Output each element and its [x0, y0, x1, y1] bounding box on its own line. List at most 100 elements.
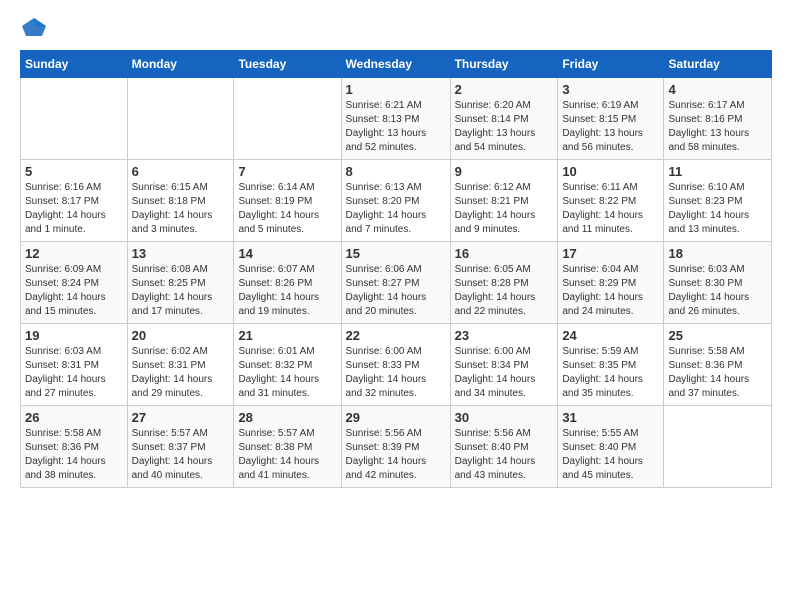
day-info: Sunrise: 6:15 AMSunset: 8:18 PMDaylight:…	[132, 181, 230, 237]
header-row: SundayMondayTuesdayWednesdayThursdayFrid…	[21, 51, 772, 78]
calendar-cell	[21, 78, 128, 160]
day-number: 10	[562, 164, 659, 179]
day-number: 9	[455, 164, 554, 179]
day-number: 14	[238, 246, 336, 261]
day-info: Sunrise: 6:19 AMSunset: 8:15 PMDaylight:…	[562, 99, 659, 155]
calendar-cell: 20 Sunrise: 6:02 AMSunset: 8:31 PMDayligh…	[127, 324, 234, 406]
day-number: 18	[668, 246, 767, 261]
day-info: Sunrise: 5:58 AMSunset: 8:36 PMDaylight:…	[668, 345, 767, 401]
calendar-cell: 22 Sunrise: 6:00 AMSunset: 8:33 PMDayligh…	[341, 324, 450, 406]
day-number: 3	[562, 82, 659, 97]
day-number: 31	[562, 410, 659, 425]
col-header-monday: Monday	[127, 51, 234, 78]
day-info: Sunrise: 5:57 AMSunset: 8:38 PMDaylight:…	[238, 427, 336, 483]
day-info: Sunrise: 5:55 AMSunset: 8:40 PMDaylight:…	[562, 427, 659, 483]
calendar-cell	[664, 406, 772, 488]
calendar-cell: 21 Sunrise: 6:01 AMSunset: 8:32 PMDayligh…	[234, 324, 341, 406]
day-info: Sunrise: 6:17 AMSunset: 8:16 PMDaylight:…	[668, 99, 767, 155]
day-number: 25	[668, 328, 767, 343]
calendar-cell: 4 Sunrise: 6:17 AMSunset: 8:16 PMDaylight…	[664, 78, 772, 160]
logo	[20, 16, 52, 38]
calendar-cell: 27 Sunrise: 5:57 AMSunset: 8:37 PMDayligh…	[127, 406, 234, 488]
calendar-cell: 7 Sunrise: 6:14 AMSunset: 8:19 PMDaylight…	[234, 160, 341, 242]
day-info: Sunrise: 6:01 AMSunset: 8:32 PMDaylight:…	[238, 345, 336, 401]
day-info: Sunrise: 5:56 AMSunset: 8:39 PMDaylight:…	[346, 427, 446, 483]
page-header	[20, 16, 772, 38]
day-number: 22	[346, 328, 446, 343]
day-info: Sunrise: 6:16 AMSunset: 8:17 PMDaylight:…	[25, 181, 123, 237]
day-info: Sunrise: 6:05 AMSunset: 8:28 PMDaylight:…	[455, 263, 554, 319]
calendar-cell: 28 Sunrise: 5:57 AMSunset: 8:38 PMDayligh…	[234, 406, 341, 488]
calendar-cell: 24Sunrise: 5:59 AMSunset: 8:35 PMDayligh…	[558, 324, 664, 406]
calendar-cell: 1Sunrise: 6:21 AMSunset: 8:13 PMDaylight…	[341, 78, 450, 160]
day-number: 17	[562, 246, 659, 261]
calendar-cell: 5 Sunrise: 6:16 AMSunset: 8:17 PMDaylight…	[21, 160, 128, 242]
calendar-cell: 29 Sunrise: 5:56 AMSunset: 8:39 PMDayligh…	[341, 406, 450, 488]
day-number: 29	[346, 410, 446, 425]
week-row-2: 5 Sunrise: 6:16 AMSunset: 8:17 PMDaylight…	[21, 160, 772, 242]
day-info: Sunrise: 6:12 AMSunset: 8:21 PMDaylight:…	[455, 181, 554, 237]
calendar-cell: 15 Sunrise: 6:06 AMSunset: 8:27 PMDayligh…	[341, 242, 450, 324]
day-number: 7	[238, 164, 336, 179]
calendar-cell: 12Sunrise: 6:09 AMSunset: 8:24 PMDayligh…	[21, 242, 128, 324]
calendar-cell	[234, 78, 341, 160]
calendar-cell: 31 Sunrise: 5:55 AMSunset: 8:40 PMDayligh…	[558, 406, 664, 488]
day-info: Sunrise: 5:57 AMSunset: 8:37 PMDaylight:…	[132, 427, 230, 483]
day-number: 2	[455, 82, 554, 97]
calendar-cell: 16 Sunrise: 6:05 AMSunset: 8:28 PMDayligh…	[450, 242, 558, 324]
calendar-cell: 13 Sunrise: 6:08 AMSunset: 8:25 PMDayligh…	[127, 242, 234, 324]
day-number: 28	[238, 410, 336, 425]
day-info: Sunrise: 6:08 AMSunset: 8:25 PMDaylight:…	[132, 263, 230, 319]
day-info: Sunrise: 6:14 AMSunset: 8:19 PMDaylight:…	[238, 181, 336, 237]
day-number: 15	[346, 246, 446, 261]
day-number: 16	[455, 246, 554, 261]
day-info: Sunrise: 6:02 AMSunset: 8:31 PMDaylight:…	[132, 345, 230, 401]
day-number: 12	[25, 246, 123, 261]
day-number: 20	[132, 328, 230, 343]
calendar-cell: 30Sunrise: 5:56 AMSunset: 8:40 PMDayligh…	[450, 406, 558, 488]
calendar-cell: 3 Sunrise: 6:19 AMSunset: 8:15 PMDaylight…	[558, 78, 664, 160]
day-info: Sunrise: 5:58 AMSunset: 8:36 PMDaylight:…	[25, 427, 123, 483]
day-info: Sunrise: 6:11 AMSunset: 8:22 PMDaylight:…	[562, 181, 659, 237]
calendar-cell: 25 Sunrise: 5:58 AMSunset: 8:36 PMDayligh…	[664, 324, 772, 406]
day-number: 8	[346, 164, 446, 179]
col-header-tuesday: Tuesday	[234, 51, 341, 78]
day-info: Sunrise: 6:00 AMSunset: 8:33 PMDaylight:…	[346, 345, 446, 401]
day-info: Sunrise: 6:04 AMSunset: 8:29 PMDaylight:…	[562, 263, 659, 319]
day-number: 5	[25, 164, 123, 179]
day-number: 27	[132, 410, 230, 425]
calendar-cell: 19 Sunrise: 6:03 AMSunset: 8:31 PMDayligh…	[21, 324, 128, 406]
day-number: 21	[238, 328, 336, 343]
day-info: Sunrise: 6:10 AMSunset: 8:23 PMDaylight:…	[668, 181, 767, 237]
day-info: Sunrise: 5:59 AMSunset: 8:35 PMDaylight:…	[562, 345, 659, 401]
calendar-cell: 6 Sunrise: 6:15 AMSunset: 8:18 PMDaylight…	[127, 160, 234, 242]
day-info: Sunrise: 6:06 AMSunset: 8:27 PMDaylight:…	[346, 263, 446, 319]
day-number: 6	[132, 164, 230, 179]
week-row-3: 12Sunrise: 6:09 AMSunset: 8:24 PMDayligh…	[21, 242, 772, 324]
week-row-5: 26 Sunrise: 5:58 AMSunset: 8:36 PMDayligh…	[21, 406, 772, 488]
week-row-4: 19 Sunrise: 6:03 AMSunset: 8:31 PMDayligh…	[21, 324, 772, 406]
day-info: Sunrise: 6:03 AMSunset: 8:31 PMDaylight:…	[25, 345, 123, 401]
week-row-1: 1Sunrise: 6:21 AMSunset: 8:13 PMDaylight…	[21, 78, 772, 160]
day-number: 19	[25, 328, 123, 343]
day-number: 1	[346, 82, 446, 97]
calendar-cell: 26 Sunrise: 5:58 AMSunset: 8:36 PMDayligh…	[21, 406, 128, 488]
day-number: 4	[668, 82, 767, 97]
calendar-cell: 9 Sunrise: 6:12 AMSunset: 8:21 PMDaylight…	[450, 160, 558, 242]
day-number: 30	[455, 410, 554, 425]
logo-icon	[20, 16, 48, 38]
calendar-cell: 17 Sunrise: 6:04 AMSunset: 8:29 PMDayligh…	[558, 242, 664, 324]
calendar-cell: 8 Sunrise: 6:13 AMSunset: 8:20 PMDaylight…	[341, 160, 450, 242]
day-info: Sunrise: 6:20 AMSunset: 8:14 PMDaylight:…	[455, 99, 554, 155]
calendar-cell: 18Sunrise: 6:03 AMSunset: 8:30 PMDayligh…	[664, 242, 772, 324]
col-header-wednesday: Wednesday	[341, 51, 450, 78]
col-header-thursday: Thursday	[450, 51, 558, 78]
day-number: 26	[25, 410, 123, 425]
day-number: 11	[668, 164, 767, 179]
col-header-saturday: Saturday	[664, 51, 772, 78]
day-number: 13	[132, 246, 230, 261]
day-number: 23	[455, 328, 554, 343]
day-info: Sunrise: 6:13 AMSunset: 8:20 PMDaylight:…	[346, 181, 446, 237]
calendar-cell: 14Sunrise: 6:07 AMSunset: 8:26 PMDayligh…	[234, 242, 341, 324]
col-header-friday: Friday	[558, 51, 664, 78]
